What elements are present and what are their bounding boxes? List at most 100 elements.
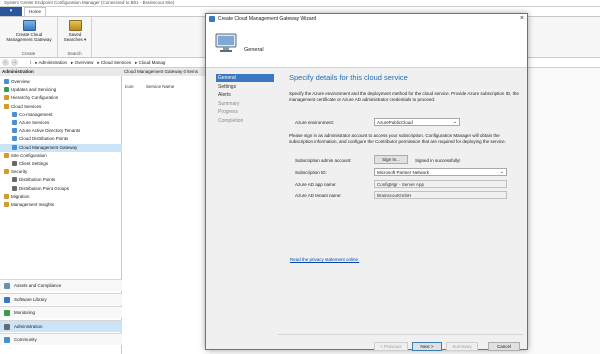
- breadcrumb-item[interactable]: \: [30, 60, 31, 65]
- cloud-gateway-icon: [22, 20, 36, 31]
- wizard-body: Specify details for this cloud service S…: [278, 69, 525, 339]
- tree-item[interactable]: Migration: [0, 193, 122, 201]
- azure-environment-value: AzurePublicCloud: [377, 120, 413, 125]
- column-header-icon[interactable]: Icon: [125, 84, 134, 89]
- tree-item[interactable]: Cloud Distribution Points: [0, 135, 122, 143]
- tree-item[interactable]: Cloud Management Gateway: [0, 143, 122, 152]
- tree-item-label: Co-management: [19, 111, 53, 117]
- previous-button[interactable]: < Previous: [374, 342, 408, 351]
- folder-icon: [4, 103, 9, 109]
- folder-icon: [12, 177, 17, 183]
- summary-button[interactable]: Summary: [446, 342, 478, 351]
- tree-item-label: Migration: [11, 193, 30, 199]
- cancel-button[interactable]: Cancel: [488, 342, 520, 351]
- subscription-id-select[interactable]: Microsoft Partner Network ⌄: [374, 168, 507, 176]
- workspace-label: Monitoring: [14, 310, 36, 315]
- wizard-step[interactable]: Settings: [216, 83, 274, 91]
- workspace-label: Assets and Compliance: [14, 283, 62, 288]
- ribbon-group-search-label: Search: [67, 51, 82, 56]
- folder-icon: [12, 120, 17, 125]
- tree-item-label: Client Settings: [19, 161, 49, 166]
- tree-item[interactable]: Site Configuration: [0, 152, 122, 160]
- sign-in-button[interactable]: Sign In...: [374, 155, 408, 164]
- create-cmg-button[interactable]: Create Cloud Management Gateway: [2, 18, 56, 42]
- breadcrumb-item[interactable]: Administration: [39, 60, 68, 65]
- tree-item[interactable]: Client Settings: [0, 160, 122, 168]
- tree-item[interactable]: Hierarchy Configuration: [0, 94, 122, 102]
- folder-icon: [12, 161, 17, 166]
- console-title-bar: System Center Endpoint Configuration Man…: [0, 0, 600, 7]
- tree-item[interactable]: Security: [0, 168, 122, 176]
- column-header-service-name[interactable]: Service Name: [146, 84, 174, 89]
- folder-icon: [4, 79, 9, 84]
- back-button[interactable]: ←: [2, 59, 9, 66]
- ribbon-group-search: Saved Searches ▾ Search: [58, 17, 92, 57]
- nav-pane-header: Administration: [0, 68, 122, 76]
- tree-item[interactable]: Overview: [0, 78, 122, 86]
- workspace-icon: [4, 296, 10, 303]
- computer-icon: [215, 33, 237, 52]
- azure-ad-tenant-field: BrainscoutGmbH: [374, 191, 507, 199]
- wizard-step[interactable]: General: [216, 74, 274, 82]
- saved-searches-label: Saved Searches: [63, 32, 83, 42]
- create-cmg-wizard-dialog: Create Cloud Management Gateway Wizard ×…: [205, 13, 528, 351]
- tree-item[interactable]: Updates and Servicing: [0, 86, 122, 94]
- azure-ad-app-label: Azure AD app name:: [295, 182, 337, 187]
- workspace-button[interactable]: Monitoring: [0, 306, 122, 318]
- wizard-app-icon: [209, 16, 215, 22]
- azure-environment-label: Azure environment:: [295, 120, 335, 125]
- wizard-step: Progress: [218, 109, 239, 115]
- ribbon-group-create: Create Cloud Management Gateway Create: [0, 17, 58, 57]
- forward-button[interactable]: →: [11, 59, 18, 66]
- tree-item[interactable]: Azure Active Directory Tenants: [0, 127, 122, 135]
- workspace-icon: [4, 337, 10, 343]
- folder-icon: [4, 169, 9, 175]
- folder-icon: [12, 128, 17, 134]
- workspace-button[interactable]: Administration: [0, 319, 122, 332]
- signin-status: Signed in successfully!: [415, 158, 461, 163]
- tree-item-label: Management Insights: [11, 202, 55, 207]
- tree-item-label: Distribution Points: [19, 177, 56, 183]
- tree-item-label: Cloud Management Gateway: [19, 144, 78, 150]
- next-button[interactable]: Next >: [412, 342, 442, 351]
- tree-item[interactable]: Cloud Services: [0, 103, 122, 111]
- folder-icon: [4, 193, 9, 199]
- footer-divider: [278, 334, 523, 335]
- privacy-statement-link[interactable]: Read the privacy statement online.: [290, 257, 359, 262]
- saved-searches-button[interactable]: Saved Searches ▾: [60, 18, 90, 42]
- folder-icon: [4, 202, 9, 207]
- folder-icon: [4, 95, 9, 101]
- tree-item[interactable]: Management Insights: [0, 201, 122, 209]
- breadcrumb-item[interactable]: Overview: [75, 60, 94, 65]
- list-pane: Cloud Management Gateway 0 items Icon Se…: [122, 68, 210, 354]
- azure-environment-select[interactable]: AzurePublicCloud ⌄: [374, 118, 460, 126]
- wizard-page-label: General: [244, 47, 264, 53]
- wizard-title: Create Cloud Management Gateway Wizard: [218, 16, 317, 22]
- breadcrumb-item[interactable]: Cloud Services: [101, 60, 131, 65]
- workspace-button[interactable]: Assets and Compliance: [0, 279, 122, 291]
- admin-account-label: Subscription admin account:: [295, 158, 352, 163]
- wizard-step: Summary: [218, 100, 240, 107]
- close-icon[interactable]: ×: [520, 14, 524, 24]
- tree-item[interactable]: Distribution Point Groups: [0, 185, 122, 193]
- wizard-step[interactable]: Alerts: [216, 91, 274, 99]
- intro-text: Specify the Azure environment and the de…: [289, 91, 519, 102]
- workspace-button[interactable]: Software Library: [0, 292, 122, 305]
- tab-home[interactable]: Home: [24, 7, 46, 16]
- tree-item[interactable]: Co-management: [0, 111, 122, 119]
- page-heading: Specify details for this cloud service: [289, 73, 408, 82]
- create-cmg-label: Create Cloud Management Gateway: [6, 32, 52, 42]
- tree-item[interactable]: Azure Services: [0, 119, 122, 127]
- tree-item-label: Cloud Services: [11, 103, 42, 109]
- folder-icon: [12, 111, 17, 117]
- chevron-down-icon: ⌄: [499, 169, 504, 175]
- wizard-title-bar: Create Cloud Management Gateway Wizard ×: [206, 14, 527, 24]
- menu-dropdown-button[interactable]: ▾: [0, 7, 22, 16]
- wizard-step: Completion: [218, 117, 244, 124]
- chevron-down-icon: ⌄: [452, 119, 457, 125]
- workspace-button[interactable]: Community: [0, 333, 122, 345]
- folder-icon: [4, 87, 9, 93]
- breadcrumb-item[interactable]: Cloud Manag: [139, 60, 166, 65]
- tree-item[interactable]: Distribution Points: [0, 176, 122, 184]
- azure-ad-tenant-label: Azure AD tenant name:: [295, 193, 342, 198]
